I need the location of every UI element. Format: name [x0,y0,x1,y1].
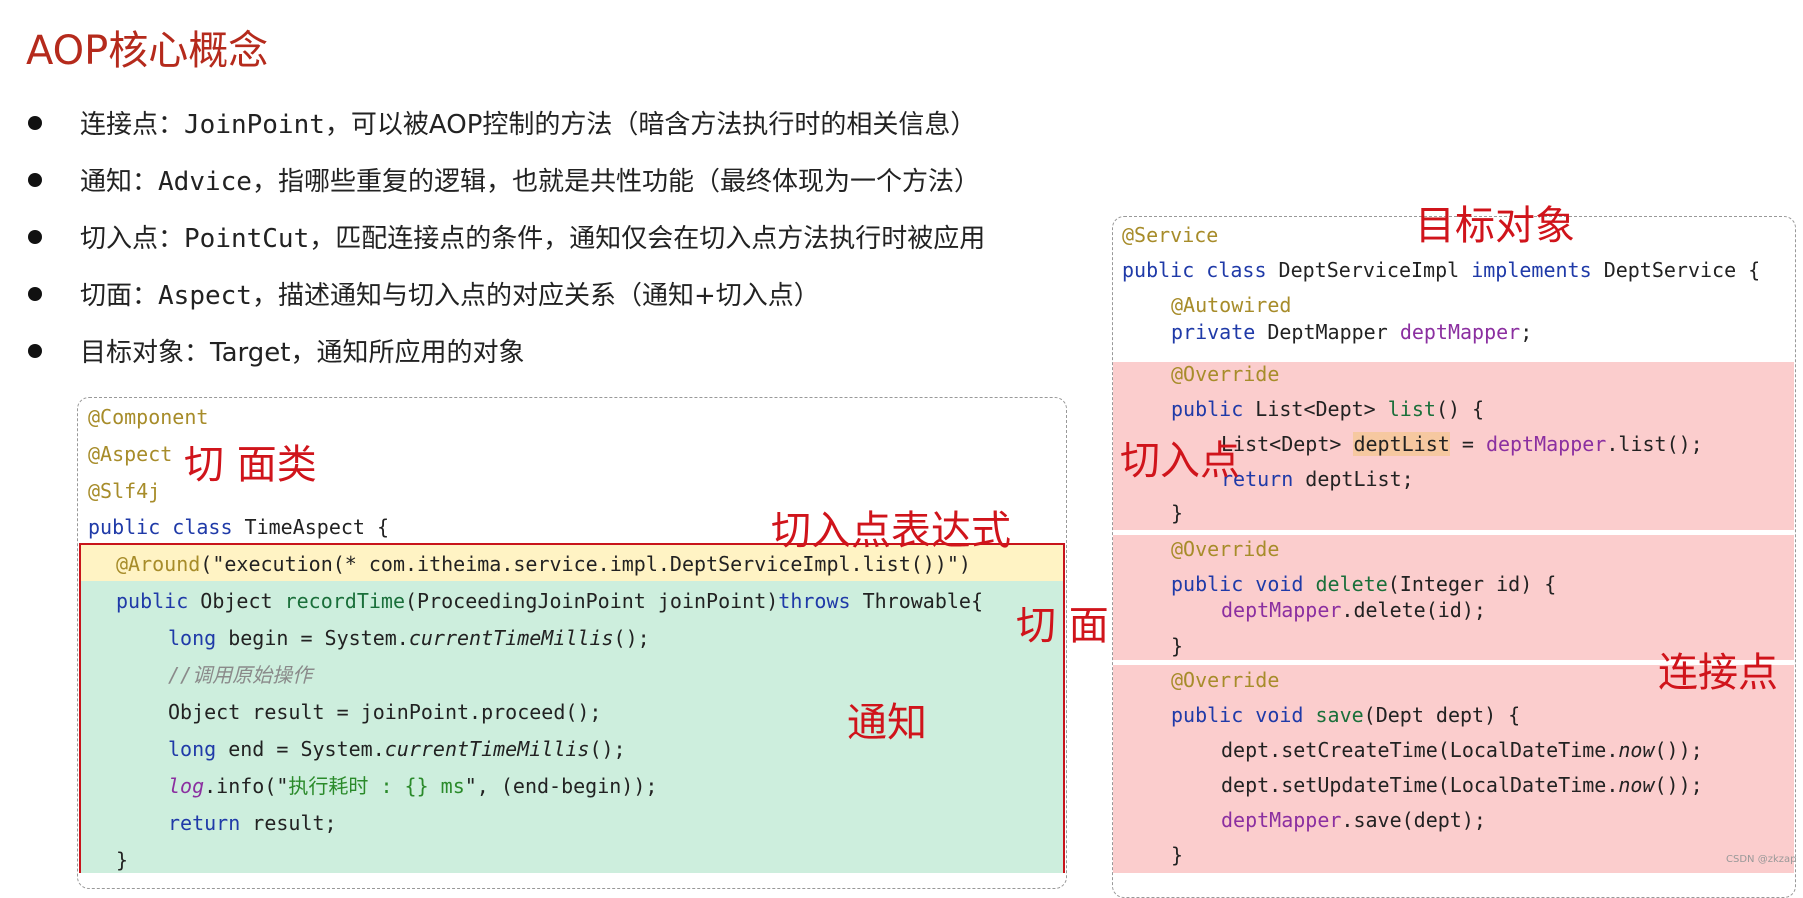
watermark: CSDN @zkzap [1726,854,1797,865]
code-line: Object result = joinPoint.proceed(); [168,700,602,724]
code-line: return deptList; [1221,467,1414,491]
code-line: @Component [88,405,209,429]
code-line: @Aspect [88,442,173,466]
advice-label: 通知 [847,700,927,746]
bullet-term: Aspect [158,281,252,311]
code-line: public Object recordTime(ProceedingJoinP… [116,589,984,613]
bullet-icon [28,230,42,244]
bullet-term: PointCut [184,224,310,254]
target-object-label: 目标对象 [1415,203,1575,249]
code-line: @Override [1171,668,1280,692]
bullet-label: 切面： [80,281,159,311]
code-line: return result; [168,811,337,835]
bullet-icon [28,287,42,301]
code-line: List<Dept> deptList = deptMapper.list(); [1221,432,1703,456]
code-line: dept.setCreateTime(LocalDateTime.now()); [1221,738,1703,762]
bullet-term: JoinPoint [184,110,325,140]
code-line: private DeptMapper deptMapper; [1171,320,1533,344]
code-line: @Override [1171,362,1280,386]
code-line: @Slf4j [88,479,161,503]
aspect-class-label: 切 面类 [184,442,317,488]
code-line: } [116,848,129,872]
code-line: public void delete(Integer id) { [1171,572,1557,596]
code-line: } [1171,501,1184,525]
bullet-icon [28,344,42,358]
code-line: public class DeptServiceImpl implements … [1122,258,1761,282]
code-line: } [1171,634,1184,658]
code-line: dept.setUpdateTime(LocalDateTime.now()); [1221,773,1703,797]
code-line: deptMapper.delete(id); [1221,598,1486,622]
code-line: long end = System.currentTimeMillis(); [168,737,626,761]
joinpoint-label: 连接点 [1658,650,1778,696]
pointcut-label: 切入点 [1120,438,1240,484]
bullet-icon [28,173,42,187]
bullet-desc: ，指哪些重复的逻辑，也就是共性功能（最终体现为一个方法） [251,167,980,197]
pointcut-expression-label: 切入点表达式 [771,508,1011,554]
code-line: } [1171,843,1184,867]
code-line: public class TimeAspect { [88,515,390,539]
bullet-term: Advice [158,167,252,197]
bullet-icon [28,116,42,130]
code-line: @Autowired [1171,293,1292,317]
code-line: @Service [1122,223,1219,247]
code-line: deptMapper.save(dept); [1221,808,1486,832]
code-comment: //调用原始操作 [168,663,313,687]
code-line: public List<Dept> list() { [1171,397,1485,421]
bullet-label: 连接点： [80,110,185,140]
code-line: public void save(Dept dept) { [1171,703,1521,727]
bullet-desc: ，匹配连接点的条件，通知仅会在切入点方法执行时被应用 [309,224,986,254]
page-title: AOP核心概念 [26,28,269,74]
bullet-label: 目标对象：Target，通知所应用的对象 [80,338,525,368]
aspect-label: 切 面 [1016,603,1109,649]
bullet-desc: ，可以被AOP控制的方法（暗含方法执行时的相关信息） [324,110,977,140]
bullet-desc: ，描述通知与切入点的对应关系（通知+切入点） [251,281,820,311]
code-line: long begin = System.currentTimeMillis(); [168,626,650,650]
bullet-label: 通知： [80,167,159,197]
code-line: @Override [1171,537,1280,561]
bullet-label: 切入点： [80,224,185,254]
code-line: @Around("execution(* com.itheima.service… [116,552,971,576]
code-line: log.info("执行耗时 : {} ms", (end-begin)); [168,774,658,798]
